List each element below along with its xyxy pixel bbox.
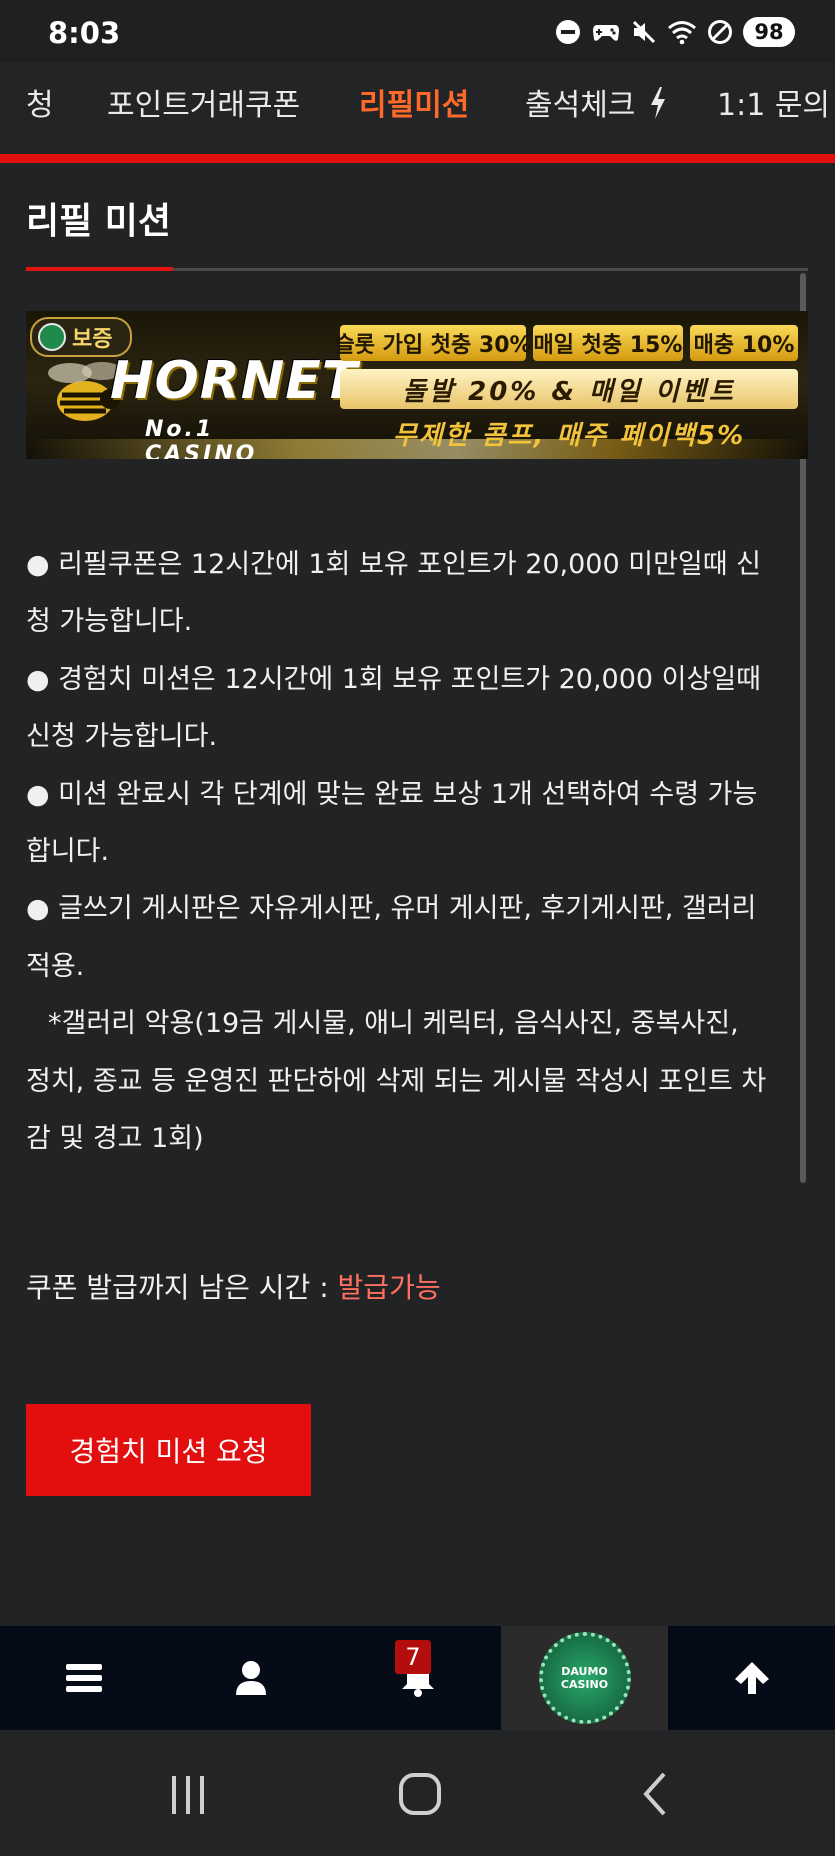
tabs-divider xyxy=(0,154,835,163)
tab-attendance[interactable]: 출석체크 xyxy=(525,80,667,127)
info-line: ● 글쓰기 게시판은 자유게시판, 유머 게시판, 후기게시판, 갤러리 xyxy=(26,893,757,925)
home-icon xyxy=(399,1773,441,1815)
hornet-logo: HORNET No.1 CASINO xyxy=(40,341,357,459)
info-line: 신청 가능합니다. xyxy=(26,721,218,753)
back-icon xyxy=(643,1772,666,1816)
promo-subline: 무제한 콤프, 매주 페이백5% xyxy=(392,420,746,451)
info-line: 감 및 경고 1회) xyxy=(26,1123,204,1155)
banner-logo-sub: No.1 CASINO xyxy=(145,417,258,459)
home-button[interactable] xyxy=(392,1770,448,1818)
mission-info: ● 리필쿠폰은 12시간에 1회 보유 포인트가 20,000 미만일때 신 청… xyxy=(26,536,806,1167)
notification-badge: 7 xyxy=(395,1640,431,1674)
tab-point-coupon[interactable]: 포인트거래쿠폰 xyxy=(107,80,300,124)
recent-apps-icon xyxy=(172,1776,204,1814)
scroll-top-button[interactable] xyxy=(668,1626,835,1730)
do-not-disturb-icon xyxy=(553,17,583,47)
mute-icon xyxy=(629,17,659,47)
info-line: ● 경험치 미션은 12시간에 1회 보유 포인트가 20,000 이상일때 xyxy=(26,663,762,695)
info-line: 적용. xyxy=(26,950,85,982)
lightning-icon xyxy=(649,86,667,127)
daumo-casino-logo: DAUMO CASINO xyxy=(538,1632,631,1724)
info-line: ● 미션 완료시 각 단계에 맞는 완료 보상 1개 선택하여 수령 가능 xyxy=(26,778,758,810)
recent-apps-button[interactable] xyxy=(160,1770,216,1818)
arrow-up-icon xyxy=(734,1662,769,1694)
info-line: 합니다. xyxy=(26,836,110,868)
back-button[interactable] xyxy=(630,1770,680,1818)
battery-level: 98 xyxy=(743,17,795,47)
status-bar: 8:03 98 xyxy=(0,0,835,62)
wifi-icon xyxy=(667,17,697,47)
menu-button[interactable] xyxy=(0,1626,167,1730)
casino-banner[interactable]: HORNET No.1 CASINO 보증 슬롯 가입 첫충 30% 매일 첫충… xyxy=(26,311,808,459)
title-accent-line xyxy=(26,267,173,271)
promo-chip: 매일 첫충 15% xyxy=(533,325,683,361)
guarantee-badge: 보증 xyxy=(30,317,133,357)
system-nav-bar xyxy=(0,1730,835,1856)
coupon-status: 발급가능 xyxy=(337,1271,441,1304)
promo-headline: 돌발 20% & 매일 이벤트 xyxy=(340,369,798,409)
tab-partial[interactable]: 청 xyxy=(26,80,54,124)
status-time: 8:03 xyxy=(48,16,121,50)
home-logo-button[interactable]: DAUMO CASINO xyxy=(501,1626,668,1730)
status-icons: 98 xyxy=(553,17,795,47)
daumo-logo-text: DAUMO CASINO xyxy=(560,1665,609,1691)
tab-inquiry[interactable]: 1:1 문의 xyxy=(717,80,830,124)
promo-chip: 매충 10% xyxy=(690,325,798,361)
tab-attendance-label: 출석체크 xyxy=(525,88,636,123)
promo-chip: 슬롯 가입 첫충 30% xyxy=(334,325,532,361)
banner-logo-text: HORNET xyxy=(110,351,359,411)
coupon-timer-label: 쿠폰 발급까지 남은 시간 : xyxy=(26,1271,338,1304)
profile-button[interactable] xyxy=(167,1626,334,1730)
page-title: 리필 미션 xyxy=(26,201,172,242)
info-line: 정치, 종교 등 운영진 판단하에 삭제 되는 게시물 작성시 포인트 차 xyxy=(26,1065,767,1097)
blocked-icon xyxy=(705,17,735,47)
tab-refill-mission[interactable]: 리필미션 xyxy=(359,80,469,124)
info-line: 청 가능합니다. xyxy=(26,606,193,638)
guarantee-label: 보증 xyxy=(72,327,113,352)
info-line: ● 리필쿠폰은 12시간에 1회 보유 포인트가 20,000 미만일때 신 xyxy=(26,549,762,580)
coupon-timer: 쿠폰 발급까지 남은 시간 : 발급가능 xyxy=(26,1266,441,1306)
game-controller-icon xyxy=(591,17,621,47)
category-tabs: 청 포인트거래쿠폰 리필미션 출석체크 1:1 문의 xyxy=(0,62,835,154)
info-line: *갤러리 악용(19금 게시물, 애니 케릭터, 음식사진, 중복사진, xyxy=(48,1008,739,1040)
user-icon xyxy=(235,1661,266,1695)
menu-icon xyxy=(65,1664,102,1692)
guarantee-seal-icon xyxy=(38,323,66,351)
bottom-nav: 7 DAUMO CASINO xyxy=(0,1626,835,1730)
request-exp-mission-button[interactable]: 경험치 미션 요청 xyxy=(26,1404,311,1496)
